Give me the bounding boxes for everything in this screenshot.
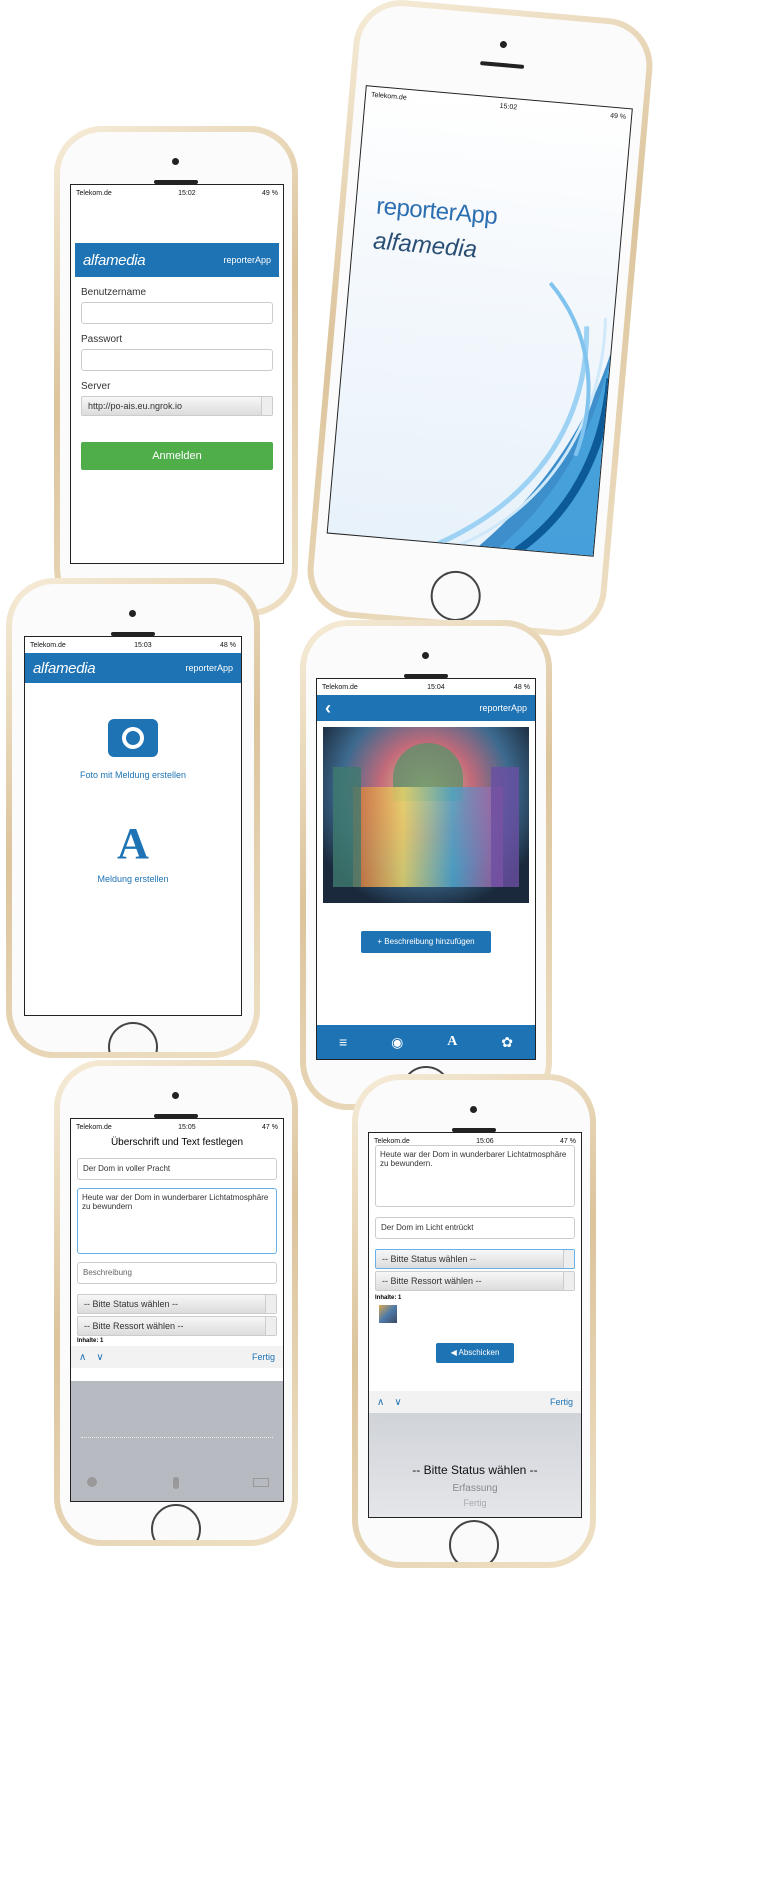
gear-icon[interactable]: ✿ [501, 1034, 513, 1051]
password-field[interactable] [81, 349, 273, 371]
phone-photo: Telekom.de 15:04 48 % ‹ reporterApp + Besc… [300, 620, 552, 1110]
globe-icon[interactable] [87, 1477, 97, 1487]
description-field[interactable]: Beschreibung [77, 1262, 277, 1284]
status-select[interactable]: -- Bitte Status wählen -- [375, 1249, 575, 1269]
text-option[interactable]: A Meldung erstellen [25, 819, 241, 885]
picker-option[interactable]: Fertig [369, 1498, 581, 1508]
server-select[interactable]: http://po-ais.eu.ngrok.io [81, 396, 273, 416]
photo-screen: Telekom.de 15:04 48 % ‹ reporterApp + Besc… [316, 678, 536, 1060]
headline-field[interactable]: Der Dom im Licht entrückt [375, 1217, 575, 1239]
brand-logo: alfamedia [33, 659, 96, 677]
app-name: reporterApp [185, 663, 233, 673]
home-button[interactable] [449, 1520, 499, 1562]
ressort-select[interactable]: -- Bitte Ressort wählen -- [375, 1271, 575, 1291]
camera-dot [470, 1106, 477, 1113]
photo-option[interactable]: Foto mit Meldung erstellen [25, 719, 241, 780]
text-area[interactable]: Heute war der Dom in wunderbarer Lichtat… [77, 1188, 277, 1254]
brand-logo: alfamedia [83, 251, 146, 269]
send-button[interactable]: ◀ Abschicken [436, 1343, 514, 1363]
text-area[interactable]: Heute war der Dom in wunderbarer Lichtat… [375, 1145, 575, 1207]
server-label: Server [81, 381, 111, 392]
captured-photo [323, 727, 529, 903]
next-field-icon[interactable]: ∨ [96, 1352, 103, 1363]
done-button[interactable]: Fertig [252, 1352, 275, 1362]
photo-thumbnail[interactable] [379, 1305, 397, 1323]
keyboard-toolbar: ∧ ∨ Fertig [369, 1391, 581, 1413]
app-name: reporterApp [479, 703, 527, 713]
picker-option-selected[interactable]: -- Bitte Status wählen -- [369, 1463, 581, 1477]
keyboard-icon[interactable] [253, 1478, 269, 1487]
phone-menu: Telekom.de 15:03 48 % alfamedia reporterAp… [6, 578, 260, 1058]
ressort-select[interactable]: -- Bitte Ressort wählen -- [77, 1316, 277, 1336]
menu-header: alfamedia reporterApp [25, 653, 241, 683]
phone-login: Telekom.de 15:02 49 % alfamedia reporterAp… [54, 126, 298, 616]
status-bar: Telekom.de 15:03 48 % [30, 641, 236, 649]
add-description-button[interactable]: + Beschreibung hinzufügen [361, 931, 491, 953]
home-button[interactable] [108, 1022, 158, 1052]
phone-submit: Telekom.de 15:06 47 % Heute war der Dom in… [352, 1074, 596, 1568]
keyboard-toolbar: ∧ ∨ Fertig [71, 1346, 283, 1368]
previous-field-icon[interactable]: ∧ [377, 1397, 384, 1408]
menu-screen: Telekom.de 15:03 48 % alfamedia reporterAp… [24, 636, 242, 1016]
status-picker: -- Bitte Status wählen -- Erfassung Fert… [369, 1413, 581, 1517]
username-field[interactable] [81, 302, 273, 324]
list-icon[interactable]: ≡ [339, 1034, 347, 1050]
abstract-swirl-graphic [436, 189, 630, 557]
dictation-keyboard [71, 1381, 283, 1501]
camera-dot [499, 40, 508, 49]
photo-option-label: Foto mit Meldung erstellen [79, 770, 187, 780]
camera-dot [172, 158, 179, 165]
speaker-slot [480, 61, 525, 69]
status-bar: Telekom.de 15:04 48 % [322, 683, 530, 691]
edit-title: Überschrift und Text festlegen [110, 1137, 244, 1148]
home-button[interactable] [151, 1504, 201, 1540]
password-label: Passwort [81, 334, 123, 345]
splash-screen: Telekom.de 15:02 49 % reporterApp alfamedi… [326, 85, 633, 557]
camera-icon[interactable]: ◉ [391, 1034, 403, 1051]
inhalte-count: Inhalte: 1 [77, 1338, 104, 1344]
picker-option[interactable]: Erfassung [369, 1483, 581, 1494]
waveform [81, 1437, 273, 1438]
headline-field[interactable]: Der Dom in voller Pracht [77, 1158, 277, 1180]
login-screen: Telekom.de 15:02 49 % alfamedia reporterAp… [70, 184, 284, 564]
status-bar: Telekom.de 15:05 47 % [76, 1123, 278, 1131]
status-bar: Telekom.de 15:02 49 % [76, 189, 278, 197]
status-select[interactable]: -- Bitte Status wählen -- [77, 1294, 277, 1314]
edit-screen: Telekom.de 15:05 47 % Überschrift und Text… [70, 1118, 284, 1502]
inhalte-count: Inhalte: 1 [375, 1295, 402, 1301]
camera-dot [422, 652, 429, 659]
submit-screen: Telekom.de 15:06 47 % Heute war der Dom in… [368, 1132, 582, 1518]
microphone-icon[interactable] [173, 1477, 179, 1489]
app-name: reporterApp [223, 255, 271, 265]
home-button[interactable] [428, 568, 483, 624]
camera-dot [129, 610, 136, 617]
next-field-icon[interactable]: ∨ [394, 1397, 401, 1408]
camera-icon [108, 719, 158, 757]
phone-splash: Telekom.de 15:02 49 % reporterApp alfamedi… [303, 0, 657, 640]
login-button[interactable]: Anmelden [81, 442, 273, 470]
tab-bar: ≡ ◉ A ✿ [317, 1025, 535, 1059]
username-label: Benutzername [81, 287, 147, 298]
back-chevron-icon[interactable]: ‹ [325, 698, 331, 719]
camera-dot [172, 1092, 179, 1099]
letter-a-icon: A [117, 819, 149, 868]
phone-edit: Telekom.de 15:05 47 % Überschrift und Text… [54, 1060, 298, 1546]
text-option-label: Meldung erstellen [97, 874, 169, 884]
login-header: alfamedia reporterApp [75, 243, 279, 277]
done-button[interactable]: Fertig [550, 1397, 573, 1407]
letter-icon[interactable]: A [447, 1034, 457, 1050]
photo-header: ‹ reporterApp [317, 695, 535, 721]
previous-field-icon[interactable]: ∧ [79, 1352, 86, 1363]
